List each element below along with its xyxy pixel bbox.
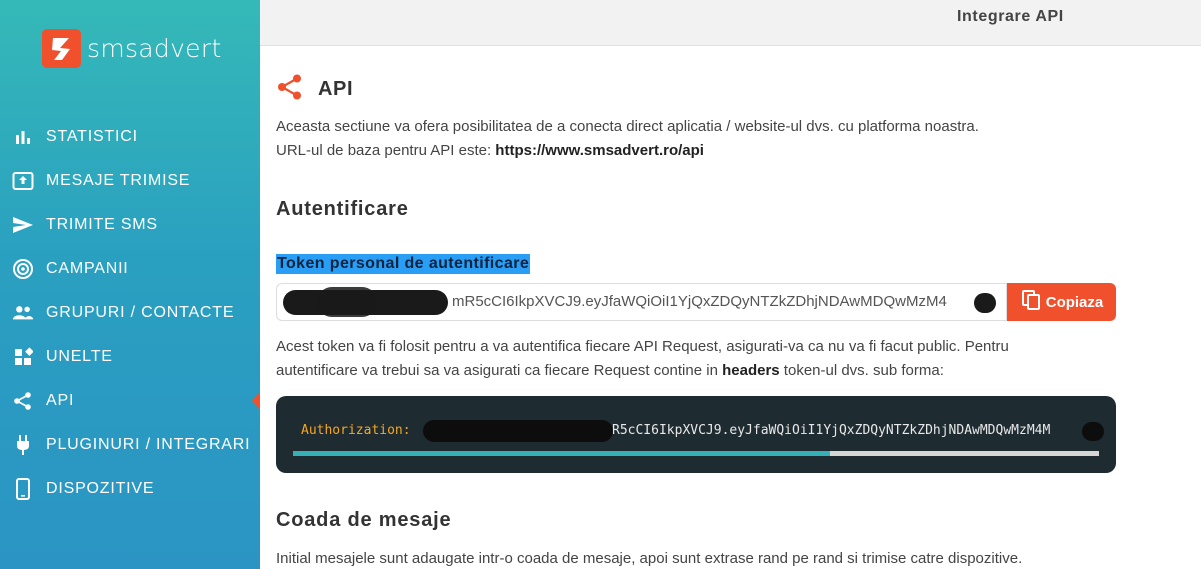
- token-desc-text: autentificare va trebui sa va asigurati …: [276, 362, 723, 379]
- base-url[interactable]: https://www.smsadvert.ro/api: [495, 142, 704, 159]
- people-icon: [12, 302, 34, 324]
- queue-description: Initial mesajele sunt adaugate intr-o co…: [276, 550, 1023, 567]
- code-horizontal-scrollbar[interactable]: [293, 451, 1099, 456]
- api-base-url-line: URL-ul de baza pentru API este: https://…: [276, 139, 1136, 163]
- auth-header-code-block: Authorization: R5cCI6IkpXVCJ9.eyJfaWQiOi…: [276, 396, 1116, 473]
- token-row: mR5cCI6IkpXVCJ9.eyJfaWQiOiI1YjQxZDQyNTZk…: [276, 283, 1116, 321]
- brand-name: smsadvert: [87, 34, 222, 63]
- sidebar-item-label: TRIMITE SMS: [46, 216, 158, 233]
- redaction-mark: [317, 287, 377, 317]
- token-field[interactable]: mR5cCI6IkpXVCJ9.eyJfaWQiOiI1YjQxZDQyNTZk…: [276, 283, 1007, 321]
- sidebar-item-unelte[interactable]: UNELTE: [0, 335, 260, 379]
- sidebar: smsadvert STATISTICI MESAJE TRIMISE TRIM…: [0, 0, 260, 569]
- token-description: Acest token va fi folosit pentru a va au…: [276, 335, 1136, 383]
- headers-keyword: headers: [722, 362, 780, 379]
- token-label: Token personal de autentificare: [276, 254, 531, 274]
- copy-token-button[interactable]: Copiaza: [1007, 283, 1116, 321]
- logo-mark-icon: [42, 29, 81, 68]
- sidebar-item-dispozitive[interactable]: DISPOZITIVE: [0, 467, 260, 511]
- token-desc-line: autentificare va trebui sa va asigurati …: [276, 359, 1136, 383]
- code-value: R5cCI6IkpXVCJ9.eyJfaWQiOiI1YjQxZDQyNTZkZ…: [612, 423, 1051, 438]
- copy-button-label: Copiaza: [1045, 293, 1104, 311]
- sidebar-item-label: CAMPANII: [46, 260, 129, 277]
- redaction-mark: [423, 420, 613, 442]
- top-header: Integrare API: [260, 0, 1201, 46]
- copy-icon: [1020, 289, 1046, 315]
- sidebar-item-campanii[interactable]: CAMPANII: [0, 247, 260, 291]
- api-intro: Aceasta sectiune va ofera posibilitatea …: [276, 115, 1136, 163]
- token-value: mR5cCI6IkpXVCJ9.eyJfaWQiOiI1YjQxZDQyNTZk…: [452, 293, 947, 310]
- redaction-mark: [1082, 422, 1104, 441]
- sidebar-item-label: API: [46, 392, 75, 409]
- api-heading: API: [276, 73, 353, 106]
- logo[interactable]: smsadvert: [42, 29, 222, 68]
- sidebar-nav: STATISTICI MESAJE TRIMISE TRIMITE SMS CA…: [0, 115, 260, 511]
- queue-section-title: Coada de mesaje: [276, 509, 452, 531]
- widgets-icon: [12, 346, 34, 368]
- page-title: Integrare API: [957, 8, 1064, 25]
- sidebar-item-mesaje-trimise[interactable]: MESAJE TRIMISE: [0, 159, 260, 203]
- sidebar-item-label: DISPOZITIVE: [46, 480, 155, 497]
- code-key: Authorization:: [301, 423, 411, 438]
- share-icon: [276, 73, 304, 106]
- token-desc-line: Acest token va fi folosit pentru a va au…: [276, 338, 1009, 355]
- phone-icon: [12, 478, 34, 500]
- code-line: Authorization: R5cCI6IkpXVCJ9.eyJfaWQiOi…: [301, 423, 1050, 438]
- redaction-mark: [974, 293, 996, 313]
- sidebar-item-label: UNELTE: [46, 348, 113, 365]
- api-intro-line: Aceasta sectiune va ofera posibilitatea …: [276, 118, 979, 135]
- base-url-prefix: URL-ul de baza pentru API este:: [276, 142, 496, 159]
- bar-chart-icon: [12, 126, 34, 148]
- plug-icon: [12, 434, 34, 456]
- api-title: API: [318, 78, 354, 100]
- sidebar-item-trimite-sms[interactable]: TRIMITE SMS: [0, 203, 260, 247]
- sidebar-item-label: STATISTICI: [46, 128, 138, 145]
- token-desc-text: token-ul dvs. sub forma:: [779, 362, 944, 379]
- share-icon: [12, 390, 34, 412]
- sidebar-item-api[interactable]: API: [0, 379, 260, 423]
- sidebar-item-pluginuri-integrari[interactable]: PLUGINURI / INTEGRARI: [0, 423, 260, 467]
- campaign-icon: [12, 258, 34, 280]
- sidebar-item-statistici[interactable]: STATISTICI: [0, 115, 260, 159]
- outbox-icon: [12, 170, 34, 192]
- scrollbar-thumb[interactable]: [293, 451, 830, 456]
- sidebar-item-grupuri-contacte[interactable]: GRUPURI / CONTACTE: [0, 291, 260, 335]
- sidebar-item-label: GRUPURI / CONTACTE: [46, 304, 235, 321]
- sidebar-item-label: PLUGINURI / INTEGRARI: [46, 436, 251, 453]
- auth-section-title: Autentificare: [276, 198, 409, 220]
- sidebar-item-label: MESAJE TRIMISE: [46, 172, 191, 189]
- send-icon: [12, 214, 34, 236]
